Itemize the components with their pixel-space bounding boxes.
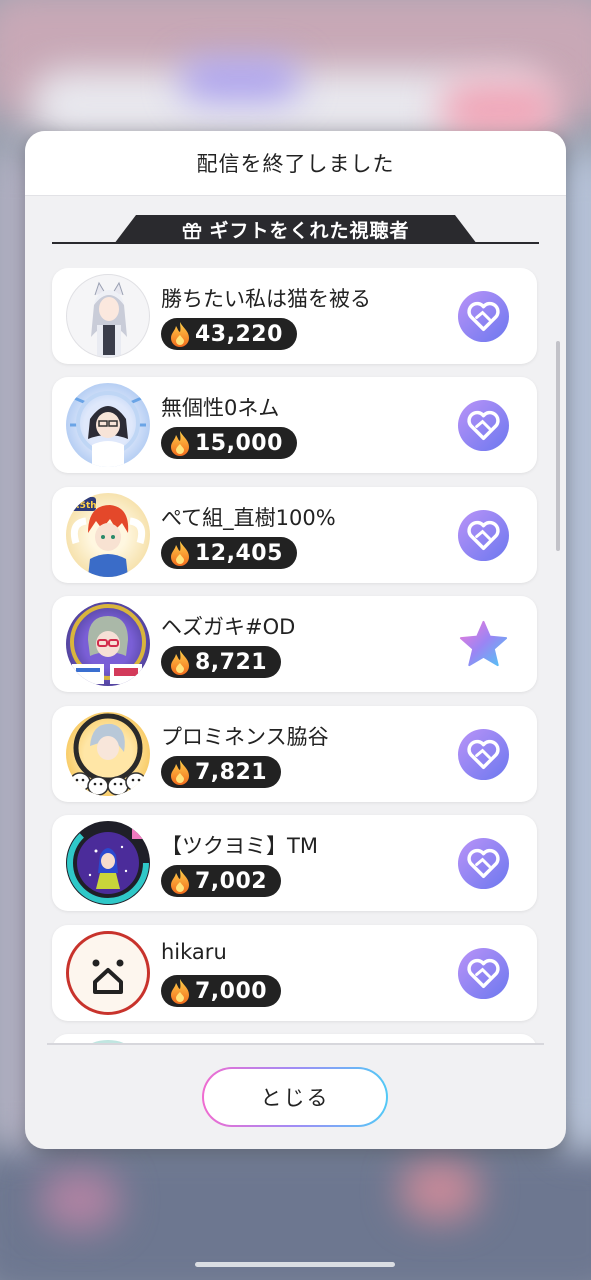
gift-points-pill: 7,000 (161, 975, 282, 1007)
divider (47, 1043, 544, 1045)
gift-points: 15,000 (195, 430, 283, 456)
viewer-name: 【ツクヨミ】TM (161, 834, 318, 858)
gift-points: 7,000 (195, 978, 268, 1004)
viewer-row[interactable]: 無個性0ネム 15,000 (52, 377, 537, 473)
flame-icon (171, 650, 189, 675)
gift-points-pill: 15,000 (161, 427, 297, 459)
avatar (66, 821, 150, 905)
viewer-row[interactable]: hikaru 7,000 (52, 925, 537, 1021)
modal-header: 配信を終了しました (25, 131, 566, 196)
viewer-name: 無個性0ネム (161, 396, 280, 420)
gift-icon (181, 219, 203, 241)
flame-icon (171, 760, 189, 785)
gift-points-pill: 12,405 (161, 537, 297, 569)
home-indicator (195, 1262, 395, 1267)
modal-title: 配信を終了しました (196, 152, 395, 176)
gift-points-pill: 7,821 (161, 756, 282, 788)
star-icon[interactable] (457, 618, 510, 671)
gift-points: 7,002 (195, 868, 268, 894)
avatar (66, 712, 150, 796)
section-title: ギフトをくれた視聴者 (209, 220, 410, 242)
flame-icon (171, 979, 189, 1004)
viewer-row[interactable]: 0.5th ぺて組_直樹100% 12,405 (52, 487, 537, 583)
viewer-name: ぺて組_直樹100% (161, 506, 336, 530)
viewer-row[interactable]: 勝ちたい私は猫を被る 43,220 (52, 268, 537, 364)
viewer-name: 勝ちたい私は猫を被る (161, 287, 371, 311)
handshake-heart-icon[interactable] (457, 509, 510, 562)
handshake-heart-icon[interactable] (457, 399, 510, 452)
section-banner: ギフトをくれた視聴者 (52, 215, 539, 247)
viewer-name: プロミネンス脇谷 (161, 725, 329, 749)
gift-points-pill: 43,220 (161, 318, 297, 350)
flame-icon (171, 869, 189, 894)
avatar (66, 931, 150, 1015)
flame-icon (171, 322, 189, 347)
handshake-heart-icon[interactable] (457, 290, 510, 343)
close-button[interactable]: とじる (202, 1067, 388, 1127)
viewer-row[interactable]: プロミネンス脇谷 7,821 (52, 706, 537, 802)
avatar (66, 383, 150, 467)
flame-icon (171, 431, 189, 456)
viewer-name: ヘズガキ#OD (161, 615, 296, 639)
gift-points-pill: 7,002 (161, 865, 282, 897)
scrollbar[interactable] (556, 341, 560, 551)
avatar: 0.5th (66, 493, 150, 577)
svg-text:0.5th: 0.5th (70, 501, 97, 511)
handshake-heart-icon[interactable] (457, 947, 510, 1000)
handshake-heart-icon[interactable] (457, 728, 510, 781)
avatar (66, 274, 150, 358)
gift-points: 43,220 (195, 321, 283, 347)
close-button-label: とじる (260, 1086, 330, 1110)
gift-points-pill: 8,721 (161, 646, 282, 678)
stream-ended-modal: 配信を終了しました ギフトをくれた視聴者 勝ちたい私は猫を被る 43,220 無… (25, 131, 566, 1149)
flame-icon (171, 541, 189, 566)
gift-points: 7,821 (195, 759, 268, 785)
handshake-heart-icon[interactable] (457, 837, 510, 890)
viewer-row[interactable]: 【ツクヨミ】TM 7,002 (52, 815, 537, 911)
viewer-name: hikaru (161, 940, 227, 964)
gift-points: 12,405 (195, 540, 283, 566)
avatar (66, 602, 150, 686)
gift-points: 8,721 (195, 649, 268, 675)
viewer-row[interactable]: ヘズガキ#OD 8,721 (52, 596, 537, 692)
viewer-list[interactable]: 勝ちたい私は猫を被る 43,220 無個性0ネム 15,000 0.5th ぺて… (25, 268, 566, 1043)
viewer-row-partial[interactable] (52, 1034, 537, 1043)
